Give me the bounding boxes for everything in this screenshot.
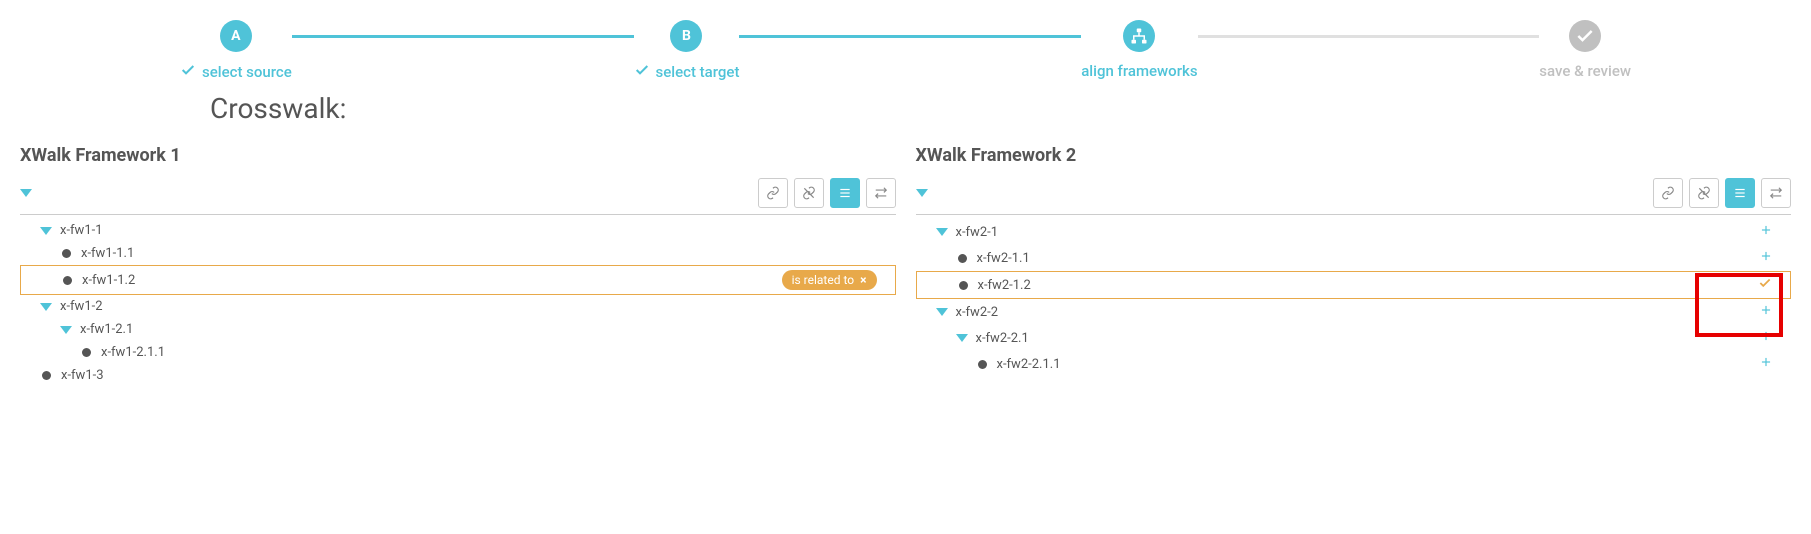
tree-item-label: x-fw1-3 [61, 368, 104, 383]
right-tree: x-fw2-1 x-fw2-1.1 x-fw2-1.2 x-fw2-2 x-fw2-2.… [916, 219, 1792, 377]
add-button[interactable] [1759, 223, 1773, 241]
bullet-icon [62, 249, 71, 258]
add-button[interactable] [1759, 329, 1773, 347]
chevron-down-icon[interactable] [40, 227, 52, 235]
left-panel: XWalk Framework 1 x-fw1-1 x-fw1-1.1 x-fw1-… [20, 145, 896, 387]
step-label: select source [202, 63, 292, 81]
left-panel-title: XWalk Framework 1 [20, 145, 896, 166]
relation-badge[interactable]: is related to × [782, 270, 877, 290]
unlink-button[interactable] [1689, 178, 1719, 208]
swap-button[interactable] [1761, 178, 1791, 208]
tree-item[interactable]: x-fw2-2 [916, 299, 1792, 325]
right-panel-toolbar [916, 178, 1792, 215]
tree-item[interactable]: x-fw1-1.2 is related to × [20, 265, 896, 295]
tree-item[interactable]: x-fw1-2.1 [20, 318, 896, 341]
chevron-down-icon[interactable] [936, 308, 948, 316]
tree-item-label: x-fw2-1.1 [977, 251, 1030, 266]
tree-item-label: x-fw1-1 [60, 223, 103, 238]
close-icon[interactable]: × [860, 273, 866, 287]
tree-item[interactable]: x-fw1-2 [20, 295, 896, 318]
bullet-icon [958, 254, 967, 263]
tree-item-label: x-fw2-1 [956, 225, 999, 240]
tree-item-label: x-fw1-1.1 [81, 246, 134, 261]
bullet-icon [63, 276, 72, 285]
step-badge-b: B [670, 20, 702, 52]
right-panel-title: XWalk Framework 2 [916, 145, 1792, 166]
add-button[interactable] [1759, 249, 1773, 267]
step-badge-a: A [220, 20, 252, 52]
chevron-down-icon[interactable] [936, 228, 948, 236]
tree-item-label: x-fw2-2 [956, 305, 999, 320]
step-connector [1198, 35, 1540, 38]
link-button[interactable] [1653, 178, 1683, 208]
swap-button[interactable] [866, 178, 896, 208]
list-view-button[interactable] [830, 178, 860, 208]
chevron-down-icon[interactable] [40, 303, 52, 311]
tree-item[interactable]: x-fw2-1.1 [916, 245, 1792, 271]
tree-item[interactable]: x-fw2-2.1 [916, 325, 1792, 351]
step-save-review[interactable]: save & review [1539, 20, 1631, 80]
bullet-icon [82, 348, 91, 357]
tree-item[interactable]: x-fw1-1 [20, 219, 896, 242]
bullet-icon [978, 360, 987, 369]
tree-item[interactable]: x-fw1-1.1 [20, 242, 896, 265]
check-icon [180, 62, 196, 82]
list-view-button[interactable] [1725, 178, 1755, 208]
step-connector [292, 35, 634, 38]
right-panel: XWalk Framework 2 x-fw2-1x-fw2-1.1x-fw2-… [916, 145, 1792, 387]
tree-item-label: x-fw1-1.2 [82, 273, 135, 288]
tree-item[interactable]: x-fw1-3 [20, 364, 896, 387]
tree-item-label: x-fw2-2.1.1 [997, 357, 1061, 372]
tree-item[interactable]: x-fw2-2.1.1 [916, 351, 1792, 377]
tree-item-label: x-fw2-2.1 [976, 331, 1029, 346]
stepper: A select source B select target align fr… [0, 0, 1811, 92]
step-select-source[interactable]: A select source [180, 20, 292, 82]
tree-item[interactable]: x-fw2-1 [916, 219, 1792, 245]
bullet-icon [959, 281, 968, 290]
collapse-all-icon[interactable] [20, 189, 32, 197]
check-circle-icon [1569, 20, 1601, 52]
tree-item[interactable]: x-fw2-1.2 [916, 271, 1792, 299]
step-label: select target [656, 63, 740, 81]
chevron-down-icon[interactable] [60, 326, 72, 334]
hierarchy-icon [1123, 20, 1155, 52]
page-title: Crosswalk: [0, 92, 1811, 145]
add-button[interactable] [1759, 303, 1773, 321]
step-label: save & review [1539, 62, 1631, 80]
add-button[interactable] [1759, 355, 1773, 373]
tree-item-label: x-fw2-1.2 [978, 278, 1031, 293]
tree-item-label: x-fw1-2 [60, 299, 103, 314]
chevron-down-icon[interactable] [956, 334, 968, 342]
panels: XWalk Framework 1 x-fw1-1 x-fw1-1.1 x-fw1-… [0, 145, 1811, 387]
relation-label: is related to [792, 273, 855, 287]
unlink-button[interactable] [794, 178, 824, 208]
link-button[interactable] [758, 178, 788, 208]
tree-item-label: x-fw1-2.1 [80, 322, 133, 337]
tree-item-label: x-fw1-2.1.1 [101, 345, 165, 360]
step-select-target[interactable]: B select target [634, 20, 740, 82]
step-align-frameworks[interactable]: align frameworks [1081, 20, 1197, 80]
left-panel-toolbar [20, 178, 896, 215]
check-icon [634, 62, 650, 82]
step-connector [739, 35, 1081, 38]
step-label: align frameworks [1081, 62, 1197, 80]
left-tree: x-fw1-1x-fw1-1.1x-fw1-1.2is related to×x… [20, 219, 896, 387]
collapse-all-icon[interactable] [916, 189, 928, 197]
confirm-button[interactable] [1758, 276, 1772, 294]
bullet-icon [42, 371, 51, 380]
tree-item[interactable]: x-fw1-2.1.1 [20, 341, 896, 364]
